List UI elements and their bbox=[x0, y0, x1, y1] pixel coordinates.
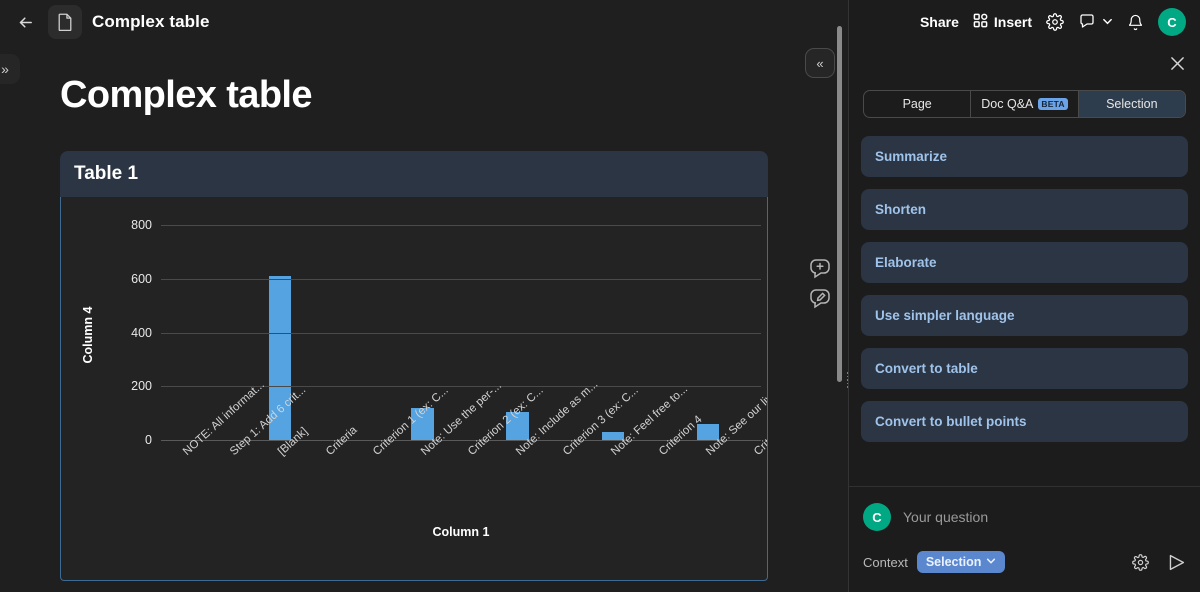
send-icon[interactable] bbox=[1167, 553, 1186, 572]
gear-icon[interactable] bbox=[1132, 553, 1149, 571]
avatar[interactable]: C bbox=[1158, 8, 1186, 36]
ai-action-summarize[interactable]: Summarize bbox=[861, 136, 1188, 177]
ai-action-elaborate[interactable]: Elaborate bbox=[861, 242, 1188, 283]
ai-action-label: Summarize bbox=[875, 149, 948, 164]
ai-action-use-simpler-language[interactable]: Use simpler language bbox=[861, 295, 1188, 336]
tab-label: Selection bbox=[1106, 97, 1158, 111]
back-arrow-icon[interactable] bbox=[12, 9, 38, 35]
y-axis-tick: 0 bbox=[145, 433, 152, 447]
y-axis-label: Column 4 bbox=[81, 306, 95, 364]
ai-assistant-panel: Share Insert C Page Doc Q&A BETA Selecti… bbox=[849, 0, 1200, 592]
insert-button[interactable]: Insert bbox=[973, 13, 1032, 31]
y-axis-tick: 600 bbox=[131, 271, 152, 286]
comment-button[interactable] bbox=[1078, 12, 1113, 33]
chevron-down-icon bbox=[1102, 14, 1113, 30]
y-axis-tick: 800 bbox=[131, 218, 152, 232]
share-label: Share bbox=[919, 14, 959, 30]
document-icon[interactable] bbox=[48, 5, 82, 39]
tab-page[interactable]: Page bbox=[864, 91, 972, 117]
composer-avatar: C bbox=[863, 503, 891, 531]
tab-label: Doc Q&A bbox=[981, 97, 1034, 111]
x-axis-tick-labels: NOTE: All informat... Step 1: Add 6 crit.… bbox=[161, 378, 767, 457]
tab-selection[interactable]: Selection bbox=[1078, 91, 1185, 117]
context-label: Context bbox=[863, 554, 908, 570]
ai-action-list: Summarize Shorten Elaborate Use simpler lan… bbox=[849, 136, 1200, 442]
gear-icon[interactable] bbox=[1046, 13, 1064, 31]
collapse-panel-button[interactable]: « bbox=[805, 48, 835, 78]
composer-input-row[interactable]: C Your question bbox=[863, 503, 1186, 531]
ai-action-label: Elaborate bbox=[875, 255, 937, 270]
document-pane: Complex table » Complex table Table 1 Co… bbox=[0, 0, 850, 592]
ai-panel-toolbar: Share Insert C bbox=[849, 0, 1200, 44]
chevron-down-icon bbox=[986, 555, 996, 569]
ai-action-label: Shorten bbox=[875, 202, 927, 217]
edit-comment-icon[interactable] bbox=[807, 286, 833, 312]
bell-icon[interactable] bbox=[1127, 14, 1144, 31]
ai-action-label: Use simpler language bbox=[875, 308, 1015, 323]
gridline bbox=[161, 225, 761, 226]
context-value: Selection bbox=[925, 555, 982, 569]
context-tabs: Page Doc Q&A BETA Selection bbox=[863, 90, 1186, 118]
composer-context-row: Context Selection bbox=[863, 551, 1186, 573]
tab-doc-q-a[interactable]: Doc Q&A BETA bbox=[971, 91, 1079, 117]
comment-tools bbox=[807, 256, 833, 312]
comment-icon bbox=[1078, 12, 1096, 33]
bar-chart: Column 4 0 200 400 600 800 NOTE: All informa… bbox=[61, 197, 767, 580]
context-selector[interactable]: Selection bbox=[916, 551, 1006, 573]
gridline bbox=[161, 332, 761, 334]
y-axis-tick: 200 bbox=[131, 379, 152, 394]
page-title-header: Complex table bbox=[92, 12, 210, 31]
ai-action-convert-to-table[interactable]: Convert to table bbox=[861, 348, 1188, 389]
document-canvas: Complex table Table 1 Column 4 0 200 400 60… bbox=[0, 74, 849, 581]
chart-container[interactable]: Column 4 0 200 400 600 800 NOTE: All informa… bbox=[60, 197, 768, 581]
document-toolbar: Complex table bbox=[0, 0, 849, 44]
share-button[interactable]: Share bbox=[920, 14, 959, 30]
document-scrollbar[interactable] bbox=[837, 26, 842, 382]
insert-label: Insert bbox=[993, 14, 1032, 30]
tab-label: Page bbox=[902, 97, 932, 111]
ai-action-shorten[interactable]: Shorten bbox=[861, 189, 1188, 230]
table-block: Table 1 Column 4 0 200 400 600 800 NOTE: All… bbox=[60, 151, 768, 581]
app-root: Complex table » Complex table Table 1 Co… bbox=[0, 0, 1200, 592]
panel-spacer bbox=[849, 44, 1200, 90]
beta-badge: BETA bbox=[1038, 98, 1068, 110]
grid-insert-icon bbox=[973, 13, 988, 31]
ai-action-label: Convert to table bbox=[875, 361, 978, 376]
question-composer: C Your question Context Selection bbox=[849, 486, 1200, 592]
page-title: Complex table bbox=[60, 74, 313, 116]
question-input[interactable]: Your question bbox=[903, 509, 988, 525]
y-axis-tick: 400 bbox=[131, 325, 152, 340]
ai-action-label: Convert to bullet points bbox=[875, 414, 1027, 429]
gridline bbox=[161, 278, 761, 280]
add-comment-icon[interactable] bbox=[807, 256, 833, 282]
table-caption: Table 1 bbox=[60, 151, 768, 197]
close-icon[interactable] bbox=[1166, 52, 1188, 74]
ai-action-convert-to-bullet-points[interactable]: Convert to bullet points bbox=[861, 401, 1188, 442]
x-axis-label: Column 1 bbox=[432, 525, 490, 539]
composer-actions bbox=[1132, 553, 1186, 572]
